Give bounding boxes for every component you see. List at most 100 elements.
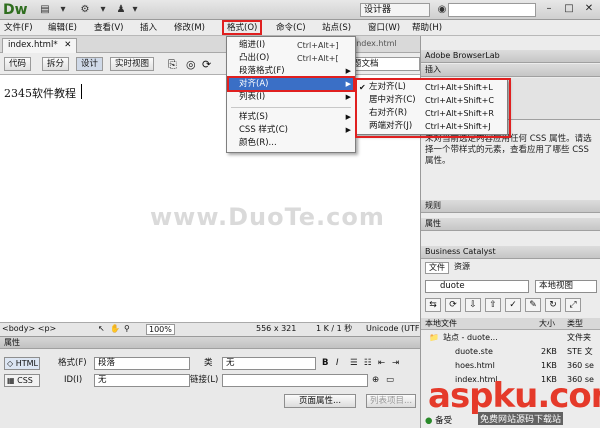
- menu-edit[interactable]: 编辑(E): [48, 22, 77, 34]
- menu-modify[interactable]: 修改(M): [174, 22, 205, 34]
- encoding: Unicode (UTF: [366, 324, 420, 333]
- tab-files[interactable]: 文件: [425, 262, 449, 274]
- menu-bar: 文件(F) 编辑(E) 查看(V) 插入 修改(M) 格式(O) 命令(C) 站…: [0, 20, 600, 36]
- live-view-button[interactable]: 实时视图: [110, 57, 155, 71]
- menu-item-indent[interactable]: 缩进(I) Ctrl+Alt+]: [227, 39, 355, 52]
- connect-icon[interactable]: ⇆: [425, 298, 441, 312]
- menu-help[interactable]: 帮助(H): [412, 22, 442, 34]
- menu-item-outdent[interactable]: 凸出(O) Ctrl+Alt+[: [227, 52, 355, 65]
- menu-item-label: 段落格式(F): [239, 66, 285, 76]
- search-input[interactable]: [448, 3, 536, 17]
- zoom-select[interactable]: 100%: [146, 324, 175, 335]
- css-icon: ▦: [7, 376, 15, 385]
- checkout-icon[interactable]: ✓: [505, 298, 521, 312]
- menu-site[interactable]: 站点(S): [322, 22, 351, 34]
- dropdown-icon[interactable]: ▾: [128, 4, 142, 16]
- shortcut: Ctrl+Alt+[: [297, 54, 339, 63]
- properties-header[interactable]: 属性: [0, 337, 420, 349]
- italic-button[interactable]: I: [336, 357, 339, 369]
- class-select[interactable]: 无: [222, 357, 316, 370]
- menu-separator: [231, 107, 351, 108]
- menu-commands[interactable]: 命令(C): [276, 22, 306, 34]
- inspect-icon[interactable]: ⎘: [168, 58, 177, 72]
- globe-icon[interactable]: ◎: [186, 58, 196, 71]
- menu-item-color[interactable]: 颜色(R)...: [227, 137, 355, 150]
- get-icon[interactable]: ⇩: [465, 298, 481, 312]
- hand-tool-icon[interactable]: ✋: [110, 323, 120, 335]
- bold-button[interactable]: B: [322, 357, 328, 369]
- rules-header[interactable]: 规则: [421, 200, 600, 213]
- dropdown-icon[interactable]: ▾: [96, 4, 110, 16]
- select-tool-icon[interactable]: ↖: [98, 323, 105, 335]
- view-select[interactable]: 本地视图: [535, 280, 597, 293]
- close-button[interactable]: ✕: [580, 2, 598, 17]
- window-size[interactable]: 556 x 321: [256, 323, 296, 335]
- sync-icon[interactable]: ↻: [545, 298, 561, 312]
- link-input[interactable]: [222, 374, 368, 387]
- format-select[interactable]: 段落: [94, 357, 190, 370]
- list-item-button[interactable]: 列表项目...: [366, 394, 416, 408]
- refresh-icon[interactable]: ⟳: [202, 58, 211, 71]
- html-toggle[interactable]: ◇ HTML: [4, 357, 40, 370]
- unordered-list-icon[interactable]: ☰: [350, 357, 358, 369]
- menu-item-css-style[interactable]: CSS 样式(C) ▶: [227, 124, 355, 137]
- layout-icon[interactable]: ▤: [38, 4, 52, 16]
- workspace-switcher[interactable]: 设计器: [360, 3, 430, 17]
- code-view-button[interactable]: 代码: [4, 57, 32, 71]
- brand-watermark: aspku.com: [428, 376, 600, 416]
- file-row[interactable]: 📁 站点 - duote... 文件夹: [421, 332, 600, 344]
- outdent-icon[interactable]: ⇤: [378, 357, 385, 369]
- indent-icon[interactable]: ⇥: [392, 357, 399, 369]
- id-select[interactable]: 无: [94, 374, 190, 387]
- menu-format[interactable]: 格式(O): [222, 20, 263, 35]
- refresh-icon[interactable]: ⟳: [445, 298, 461, 312]
- minimize-button[interactable]: –: [540, 2, 558, 17]
- tab-document[interactable]: index.html* ✕: [2, 38, 78, 53]
- col-type: 类型: [567, 319, 583, 328]
- ordered-list-icon[interactable]: ☷: [364, 357, 372, 369]
- watermark: www.DuoTe.com: [150, 203, 385, 231]
- menu-item-list[interactable]: 列表(I) ▶: [227, 91, 355, 104]
- menu-insert[interactable]: 插入: [140, 22, 157, 34]
- browserlab-header[interactable]: Adobe BrowserLab: [421, 50, 600, 63]
- menu-view[interactable]: 查看(V): [94, 22, 123, 34]
- file-row[interactable]: hoes.html 1KB 360 se: [421, 360, 600, 372]
- business-catalyst-header[interactable]: Business Catalyst: [421, 246, 600, 259]
- tab-label: index.html*: [8, 40, 58, 50]
- menu-window[interactable]: 窗口(W): [368, 22, 400, 34]
- properties-panel: 属性 ◇ HTML ▦ CSS 格式(F) 段落 类 无 B I ☰ ☷ ⇤ ⇥…: [0, 336, 420, 428]
- css-toggle-label: CSS: [17, 376, 33, 385]
- close-icon[interactable]: ✕: [64, 40, 71, 50]
- page-properties-button[interactable]: 页面属性...: [284, 394, 356, 408]
- point-to-file-icon[interactable]: ⊕: [372, 374, 379, 386]
- submenu-arrow-icon: ▶: [345, 126, 351, 134]
- brand-subtitle: 免费网站源码下载站: [478, 412, 564, 425]
- menu-item-style[interactable]: 样式(S) ▶: [227, 111, 355, 124]
- document-toolbar: 代码 拆分 设计 实时视图 ⎘ ◎ ⟳ 标题: 无标题文档: [0, 53, 420, 75]
- css-toggle[interactable]: ▦ CSS: [4, 374, 40, 387]
- file-name: duote.ste: [455, 347, 493, 356]
- tab-assets[interactable]: 资源: [451, 262, 473, 274]
- gear-icon[interactable]: ⚙: [78, 4, 92, 16]
- tab-secondary[interactable]: index.html: [354, 39, 397, 48]
- expand-icon[interactable]: ⤢: [565, 298, 581, 312]
- put-icon[interactable]: ⇧: [485, 298, 501, 312]
- design-view-button[interactable]: 设计: [76, 57, 104, 71]
- menu-file[interactable]: 文件(F): [4, 22, 33, 34]
- checkin-icon[interactable]: ✎: [525, 298, 541, 312]
- file-size: 1KB: [541, 361, 557, 370]
- insert-header[interactable]: 插入: [421, 64, 600, 77]
- file-row[interactable]: duote.ste 2KB STE 文: [421, 346, 600, 358]
- zoom-tool-icon[interactable]: ⚲: [124, 323, 130, 335]
- attributes-header[interactable]: 属性: [421, 218, 600, 231]
- maximize-button[interactable]: □: [560, 2, 578, 17]
- id-label: ID(I): [64, 375, 83, 385]
- dropdown-icon[interactable]: ▾: [56, 4, 70, 16]
- split-view-button[interactable]: 拆分: [42, 57, 70, 71]
- document-paragraph[interactable]: 2345软件教程: [4, 85, 76, 101]
- tag-selector[interactable]: <body> <p>: [2, 323, 56, 335]
- browse-folder-icon[interactable]: ▭: [386, 374, 394, 386]
- user-icon[interactable]: ♟: [114, 4, 128, 16]
- cs-live-icon[interactable]: ◉: [435, 4, 449, 16]
- site-select[interactable]: duote: [425, 280, 529, 293]
